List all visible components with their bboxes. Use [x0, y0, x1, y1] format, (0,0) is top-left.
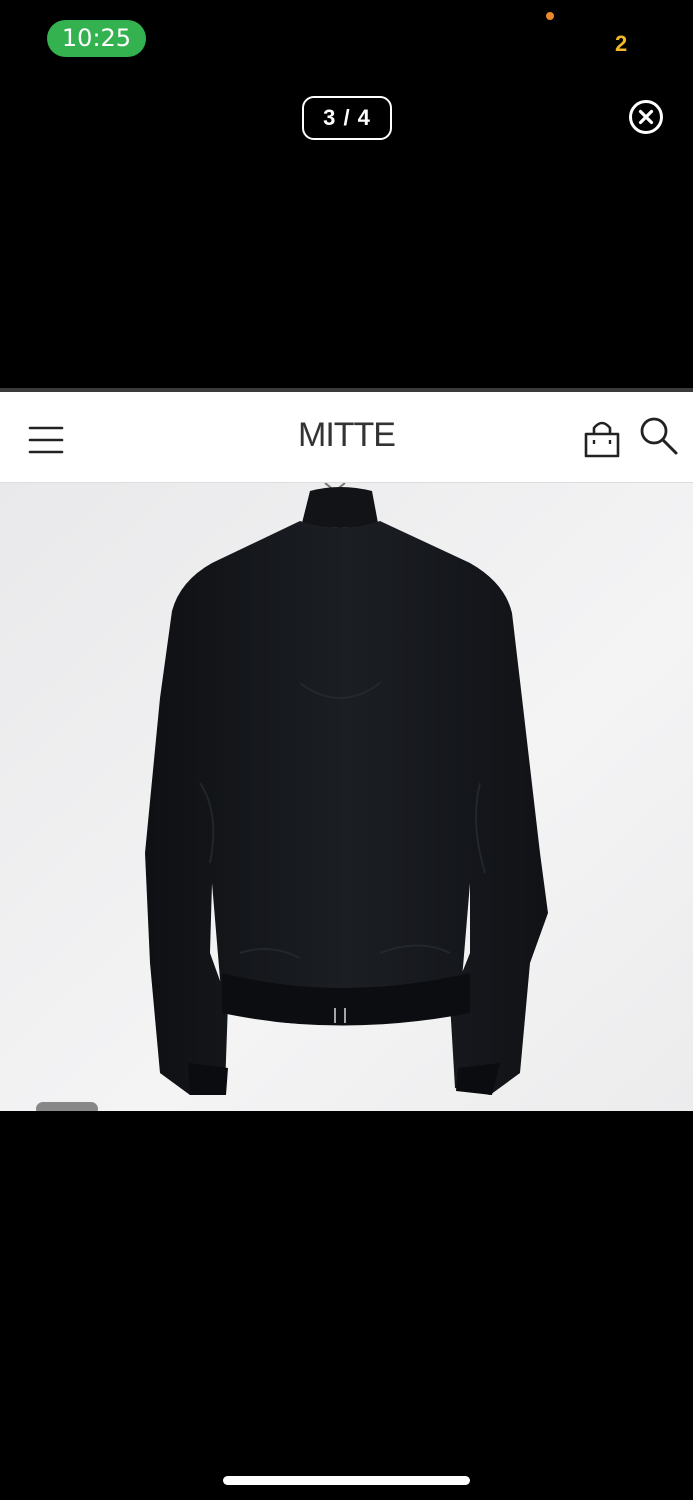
status-time: 10:25	[47, 20, 146, 57]
jacket-photo	[0, 483, 693, 1111]
image-scroll-indicator	[36, 1102, 98, 1111]
battery-indicator: 2	[615, 32, 627, 56]
screenshot-image: MITTE	[0, 388, 693, 1111]
shopping-bag-icon[interactable]	[582, 416, 622, 460]
image-page-counter: 3 / 4	[302, 96, 392, 140]
privacy-indicator-dot	[546, 12, 554, 20]
home-indicator[interactable]	[223, 1476, 470, 1485]
search-icon[interactable]	[637, 414, 679, 456]
close-icon[interactable]	[628, 99, 664, 135]
site-header: MITTE	[0, 388, 693, 483]
